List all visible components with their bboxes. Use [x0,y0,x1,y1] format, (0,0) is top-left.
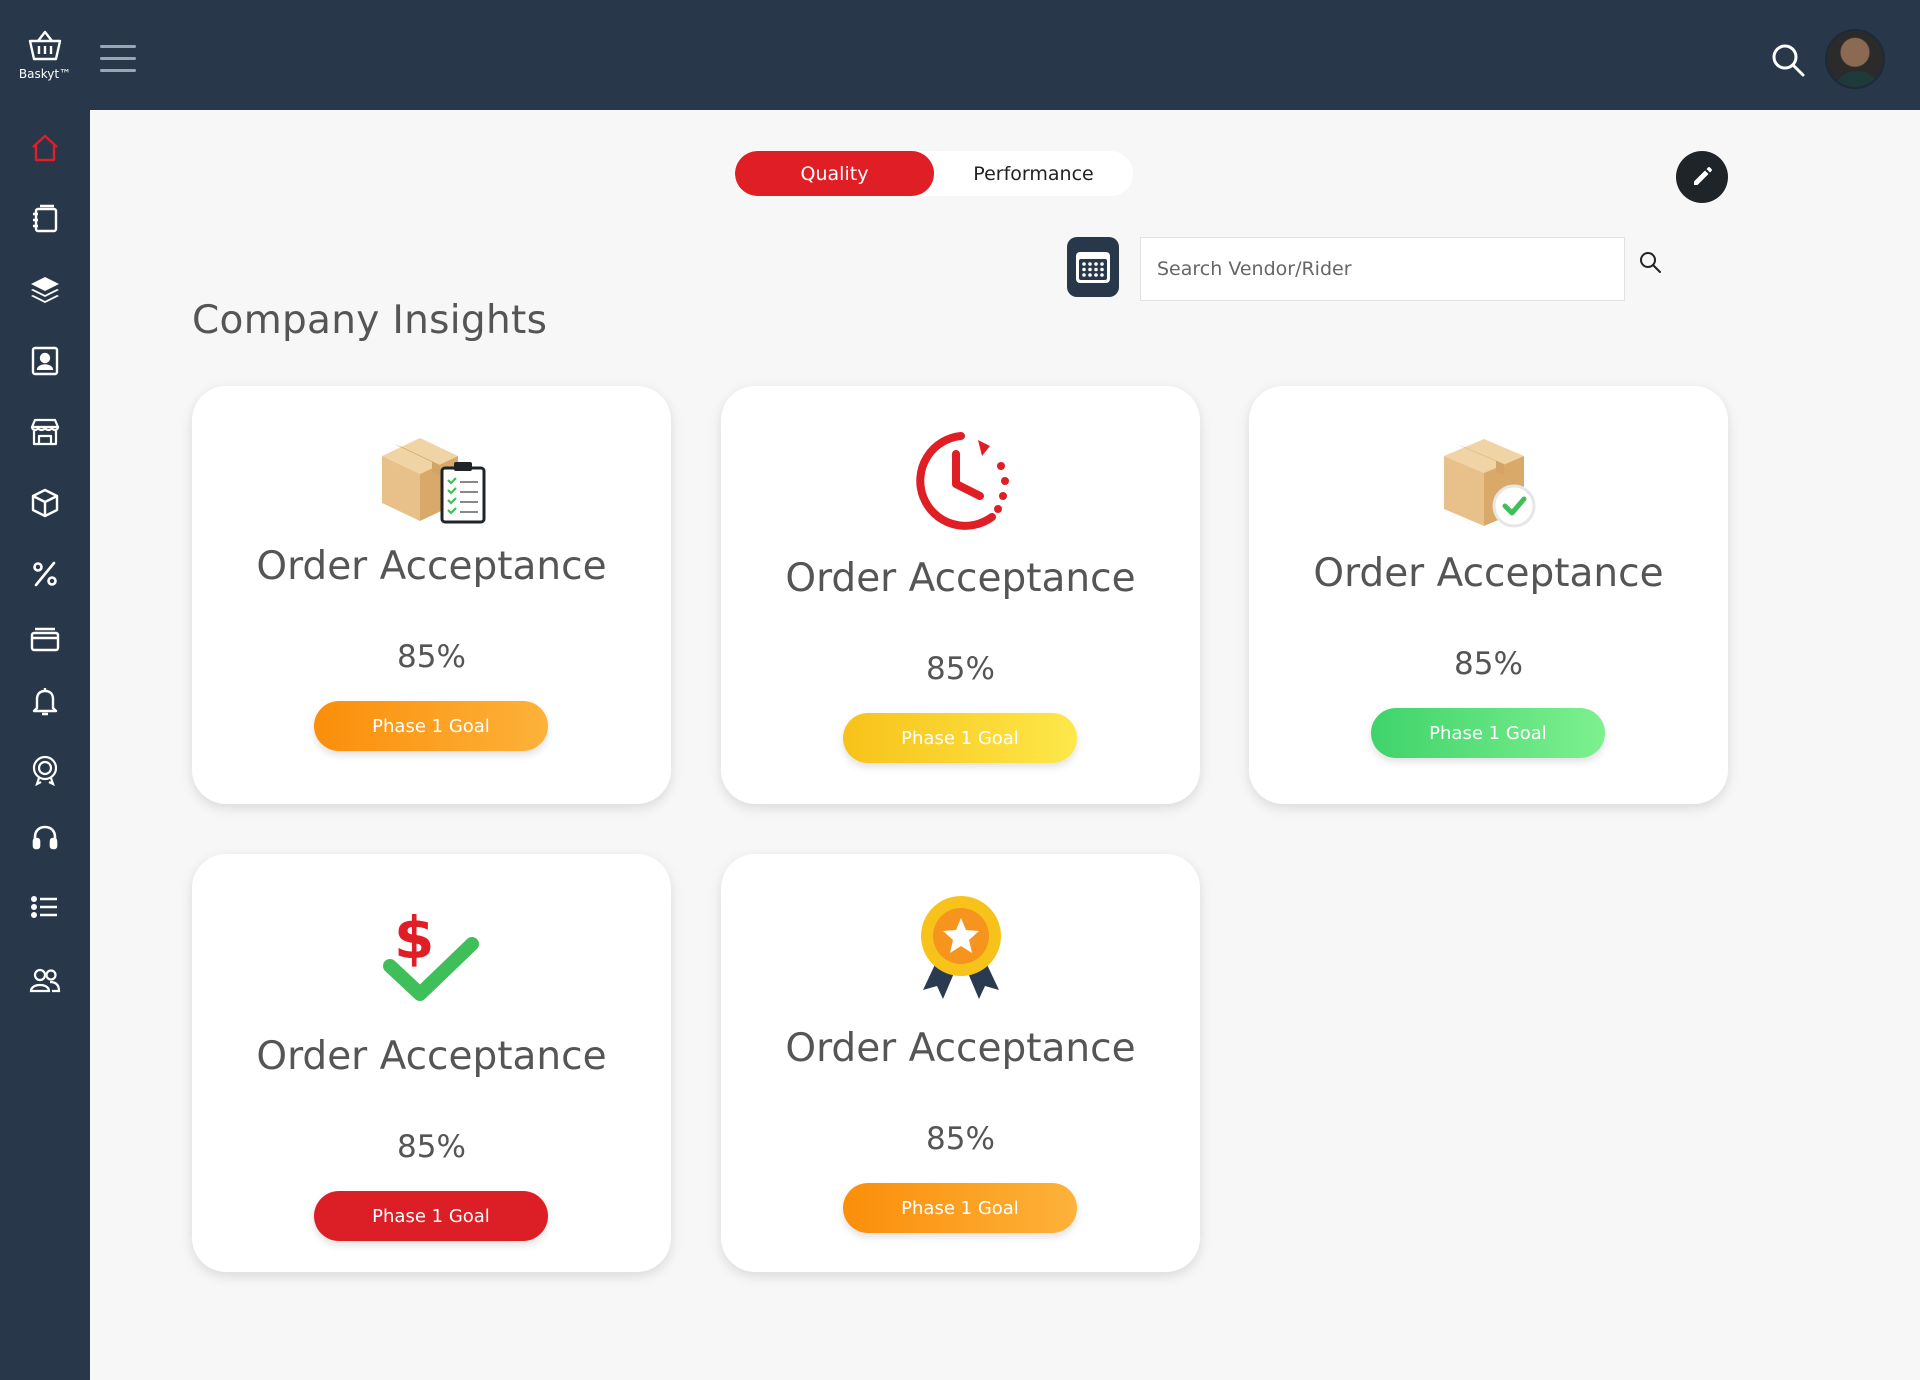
phase-goal-button[interactable]: Phase 1 Goal [314,1191,548,1241]
card-title: Order Acceptance [256,544,607,589]
card-title: Order Acceptance [785,556,1136,601]
store-icon [30,418,60,446]
card-icon [30,627,60,652]
card-title: Order Acceptance [1313,551,1664,596]
dollar-check-icon: $ [382,904,479,1001]
search-icon[interactable] [1637,249,1663,275]
box-check-icon [1443,439,1535,528]
sidebar-item-rewards[interactable] [25,750,65,790]
phase-goal-button[interactable]: Phase 1 Goal [314,701,548,751]
users-icon [29,968,61,993]
insight-card: Order Acceptance 85% Phase 1 Goal [192,386,671,804]
bell-icon [32,688,58,716]
insight-card: Order Acceptance 85% Phase 1 Goal [1249,386,1728,804]
top-bar: Baskyt™ [0,0,1920,110]
layers-icon [31,277,59,303]
clock-icon [915,432,1009,530]
insight-card: $ Order Acceptance 85% Phase 1 Goal [192,854,671,1272]
page-title: Company Insights [192,298,548,343]
sidebar-item-list[interactable] [25,887,65,927]
card-value: 85% [397,639,466,675]
sidebar [0,110,90,1380]
card-value: 85% [926,651,995,687]
hamburger-line [100,45,136,48]
menu-toggle-button[interactable] [100,45,136,73]
card-title: Order Acceptance [256,1034,607,1079]
tab-quality[interactable]: Quality [735,151,934,196]
tab-performance[interactable]: Performance [934,151,1133,196]
card-value: 85% [1454,646,1523,682]
hamburger-line [100,69,136,72]
pencil-icon [1694,167,1712,185]
home-icon [32,134,58,162]
hamburger-line [100,57,136,60]
insight-card: Order Acceptance 85% Phase 1 Goal [721,386,1200,804]
award-medal-icon [920,896,1001,999]
insight-card: Order Acceptance 85% Phase 1 Goal [721,854,1200,1272]
card-title: Order Acceptance [785,1026,1136,1071]
view-toggle: Quality Performance [735,151,1133,196]
svg-text:$: $ [394,904,434,972]
headset-icon [32,825,58,850]
sidebar-item-discounts[interactable] [25,554,65,594]
sidebar-item-orders[interactable] [25,199,65,239]
box-clipboard-icon [381,438,485,524]
phase-goal-button[interactable]: Phase 1 Goal [1371,708,1605,758]
header-search-icon[interactable] [1770,42,1806,78]
edit-button[interactable] [1676,151,1728,203]
sidebar-item-users[interactable] [25,960,65,1000]
search-input[interactable] [1140,237,1625,301]
sidebar-item-payments[interactable] [25,620,65,660]
phase-goal-button[interactable]: Phase 1 Goal [843,713,1077,763]
sidebar-item-notifications[interactable] [25,681,65,721]
calendar-button[interactable] [1067,237,1119,297]
basket-icon [28,30,62,61]
list-icon [31,895,57,919]
sidebar-item-home[interactable] [25,128,65,168]
badge-icon [32,755,58,786]
box-icon [31,488,59,518]
contact-card-icon [31,346,59,376]
sidebar-item-contacts[interactable] [25,341,65,381]
sidebar-item-categories[interactable] [25,270,65,310]
notebook-icon [33,204,58,233]
brand-logo[interactable]: Baskyt™ [0,0,90,110]
sidebar-item-support[interactable] [25,818,65,858]
card-value: 85% [397,1129,466,1165]
phase-goal-button[interactable]: Phase 1 Goal [843,1183,1077,1233]
user-avatar[interactable] [1825,29,1885,89]
calendar-icon [1076,252,1110,283]
sidebar-item-products[interactable] [25,483,65,523]
brand-name: Baskyt™ [18,67,72,81]
percent-icon [33,561,57,587]
sidebar-item-stores[interactable] [25,412,65,452]
card-value: 85% [926,1121,995,1157]
